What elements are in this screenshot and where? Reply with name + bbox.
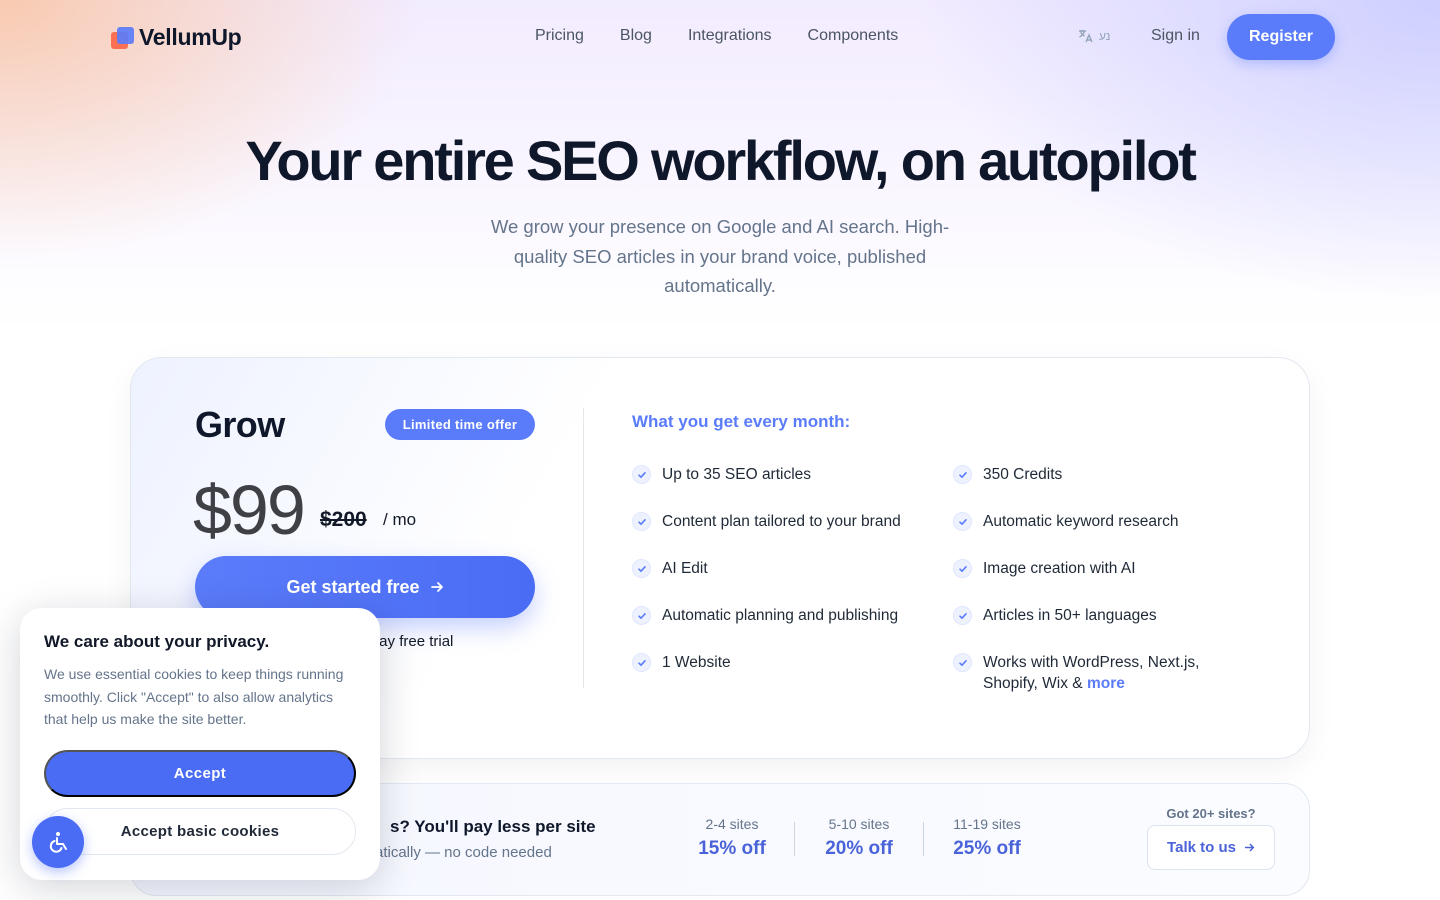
feature-item: 350 Credits: [953, 464, 1062, 485]
tier-discount: 20% off: [825, 838, 893, 859]
hero-subtitle: We grow your presence on Google and AI s…: [490, 216, 950, 296]
accessibility-icon: [49, 832, 67, 853]
brand-name: VellumUp: [139, 24, 242, 50]
features-title: What you get every month:: [632, 412, 851, 431]
feature-item: Automatic keyword research: [953, 511, 1179, 532]
check-icon: [953, 653, 972, 672]
language-label: נע: [1099, 29, 1111, 43]
check-icon: [632, 653, 651, 672]
feature-item: Automatic planning and publishing: [632, 605, 898, 626]
feature-item: Image creation with AI: [953, 558, 1136, 579]
logo[interactable]: VellumUp: [111, 24, 242, 51]
tier-sites: 2-4 sites: [705, 816, 759, 832]
plan-old-price: $200: [320, 508, 367, 531]
main-nav: Pricing Blog Integrations Components: [535, 27, 898, 45]
check-icon: [632, 559, 651, 578]
twenty-plus-label: Got 20+ sites?: [1166, 806, 1256, 821]
nav-item-blog[interactable]: Blog: [620, 27, 652, 45]
check-icon: [632, 465, 651, 484]
plan-name: Grow: [195, 404, 285, 445]
talk-to-us-button[interactable]: Talk to us: [1147, 825, 1275, 870]
card-divider: [583, 408, 584, 688]
feature-label: 1 Website: [662, 654, 731, 671]
accessibility-button[interactable]: [32, 816, 84, 868]
tier-sites: 11-19 sites: [953, 816, 1021, 832]
feature-item: Works with WordPress, Next.js, Shopify, …: [953, 652, 1253, 694]
feature-item: AI Edit: [632, 558, 708, 579]
discount-title: s? You'll pay less per site: [390, 817, 596, 836]
discount-subtitle: atically — no code needed: [375, 844, 552, 861]
discount-tier: 2-4 sites 15% off: [677, 816, 787, 860]
tier-sites: 5-10 sites: [828, 816, 890, 832]
nav-item-components[interactable]: Components: [808, 27, 899, 45]
feature-item: Content plan tailored to your brand: [632, 511, 901, 532]
accept-cookies-button[interactable]: Accept: [44, 750, 356, 797]
more-integrations-link[interactable]: more: [1087, 675, 1125, 692]
feature-label: Image creation with AI: [983, 560, 1136, 577]
register-button[interactable]: Register: [1227, 14, 1335, 60]
feature-label: 350 Credits: [983, 466, 1063, 483]
feature-item: 1 Website: [632, 652, 731, 673]
check-icon: [953, 465, 972, 484]
feature-label: Up to 35 SEO articles: [662, 466, 812, 483]
feature-label: AI Edit: [662, 560, 708, 577]
arrow-right-icon: [1244, 843, 1255, 852]
logo-icon: [111, 26, 135, 50]
feature-label: Automatic planning and publishing: [662, 607, 899, 624]
accept-basic-cookies-button[interactable]: Accept basic cookies: [44, 808, 356, 855]
nav-item-integrations[interactable]: Integrations: [688, 27, 772, 45]
feature-label: Articles in 50+ languages: [983, 607, 1157, 624]
discount-tier: 11-19 sites 25% off: [932, 816, 1042, 860]
plan-price: $99: [193, 471, 306, 549]
arrow-right-icon: [430, 582, 443, 592]
tier-divider: [923, 822, 924, 856]
check-icon: [953, 559, 972, 578]
limited-offer-badge: Limited time offer: [385, 409, 535, 440]
cookie-text: We use essential cookies to keep things …: [44, 666, 344, 727]
check-icon: [632, 512, 651, 531]
feature-item: Articles in 50+ languages: [953, 605, 1157, 626]
discount-tier: 5-10 sites 20% off: [804, 816, 914, 860]
translate-icon: [1079, 30, 1093, 43]
tier-discount: 15% off: [698, 838, 766, 859]
language-switcher[interactable]: נע: [1077, 28, 1110, 44]
hero-title: Your entire SEO workflow, on autopilot: [245, 129, 1197, 192]
feature-label: Works with WordPress, Next.js, Shopify, …: [983, 652, 1253, 694]
check-icon: [953, 606, 972, 625]
feature-label: Automatic keyword research: [983, 513, 1179, 530]
check-icon: [953, 512, 972, 531]
talk-to-us-label: Talk to us: [1167, 839, 1236, 856]
tier-divider: [794, 822, 795, 856]
get-started-label: Get started free: [286, 576, 420, 597]
feature-label: Content plan tailored to your brand: [662, 513, 901, 530]
nav-item-pricing[interactable]: Pricing: [535, 27, 584, 45]
sign-in-link[interactable]: Sign in: [1151, 27, 1200, 45]
plan-period: / mo: [383, 510, 417, 529]
feature-item: Up to 35 SEO articles: [632, 464, 811, 485]
check-icon: [632, 606, 651, 625]
tier-discount: 25% off: [953, 838, 1021, 859]
cookie-title: We care about your privacy.: [44, 632, 270, 651]
